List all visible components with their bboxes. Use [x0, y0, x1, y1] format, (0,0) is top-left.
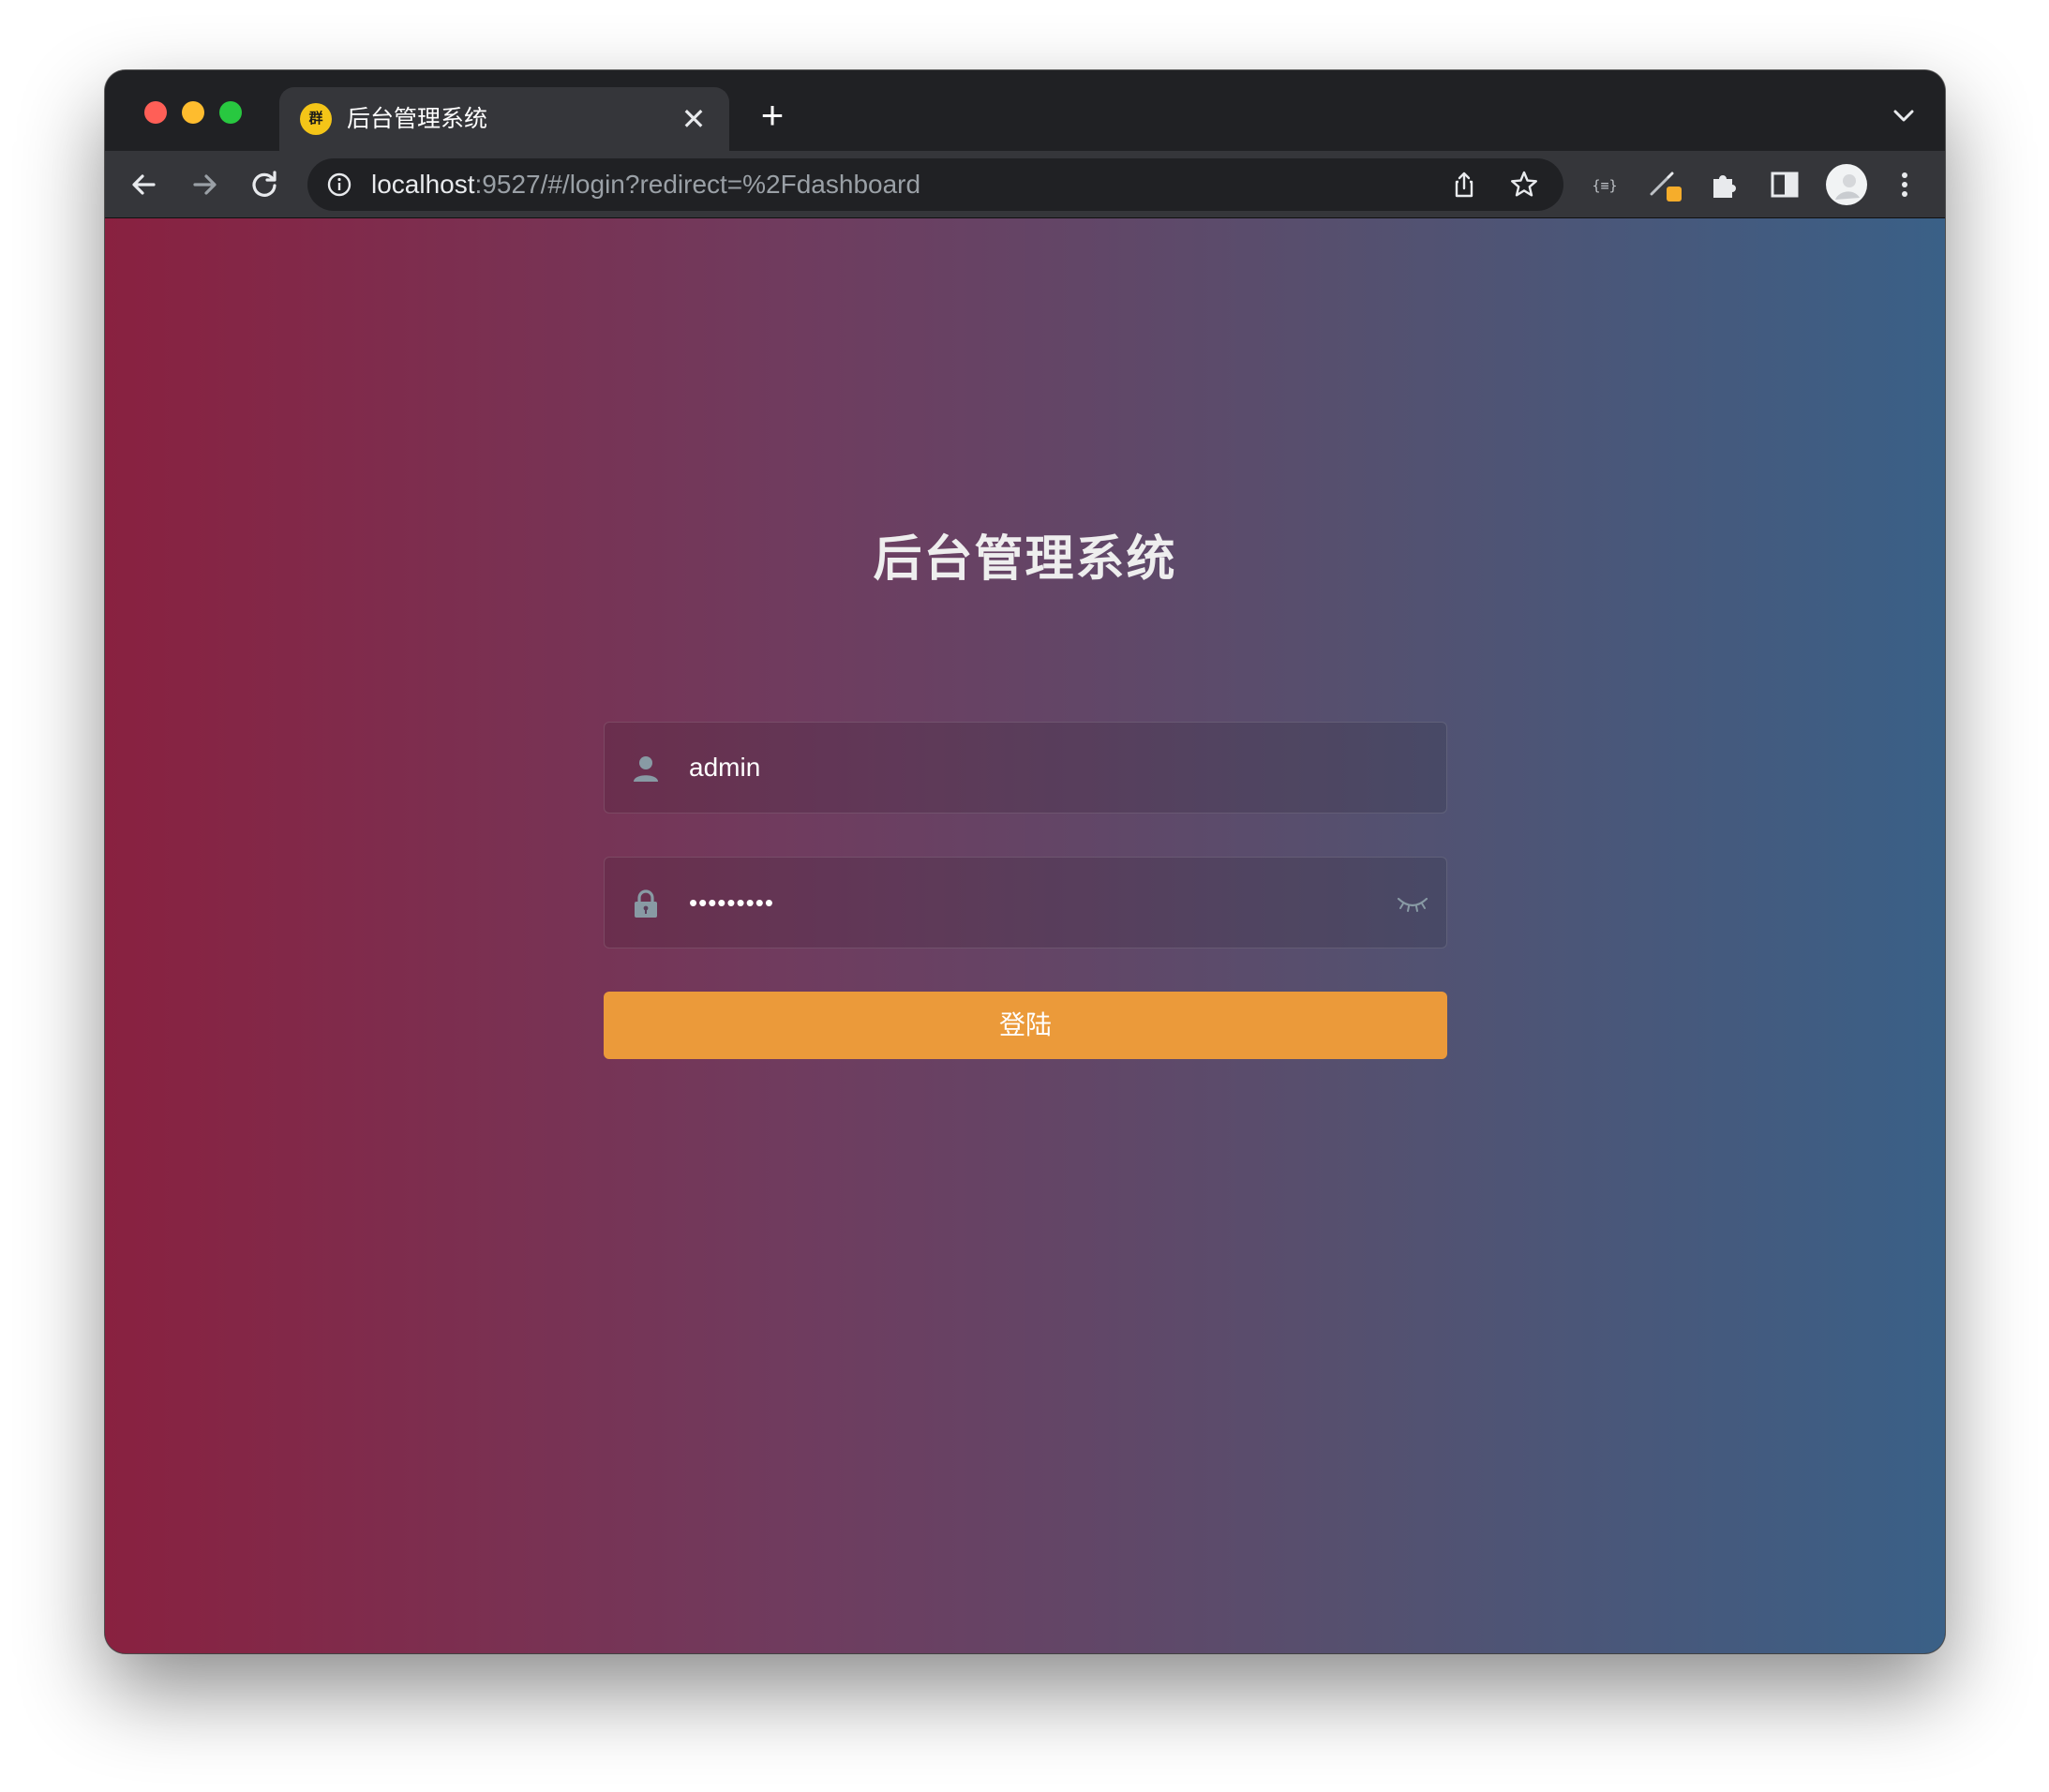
minimize-window-button[interactable]	[182, 101, 204, 124]
maximize-window-button[interactable]	[219, 101, 242, 124]
share-icon[interactable]	[1449, 170, 1479, 200]
tab-favicon-icon: 群	[300, 103, 332, 135]
side-panel-icon[interactable]	[1766, 166, 1803, 203]
new-tab-button[interactable]: +	[752, 95, 793, 136]
tab-close-icon[interactable]: ✕	[677, 102, 710, 136]
extensions-puzzle-icon[interactable]	[1706, 166, 1743, 203]
browser-toolbar: localhost:9527/#/login?redirect=%2Fdashb…	[105, 151, 1945, 218]
lock-icon	[635, 889, 657, 918]
reload-icon[interactable]	[244, 164, 285, 205]
eye-closed-icon[interactable]	[1396, 889, 1429, 916]
forward-arrow-icon[interactable]	[184, 164, 225, 205]
svg-text:{≡}: {≡}	[1592, 177, 1617, 194]
url-host: localhost	[371, 170, 475, 199]
tab-title: 后台管理系统	[347, 106, 488, 132]
pen-extension-icon[interactable]	[1646, 166, 1683, 203]
tab-list-chevron-icon[interactable]	[1885, 97, 1922, 134]
password-field[interactable]: •••••••••	[604, 857, 1447, 948]
url-path: :9527/#/login?redirect=%2Fdashboard	[474, 170, 921, 199]
active-tab[interactable]: 群 后台管理系统 ✕	[279, 87, 729, 151]
page-title: 后台管理系统	[873, 532, 1177, 587]
address-bar[interactable]: localhost:9527/#/login?redirect=%2Fdashb…	[307, 158, 1563, 211]
login-button[interactable]: 登陆	[604, 992, 1447, 1059]
password-input[interactable]: •••••••••	[689, 858, 774, 948]
info-icon[interactable]	[326, 172, 352, 198]
close-window-button[interactable]	[144, 101, 167, 124]
tab-bar: 群 后台管理系统 ✕ +	[105, 70, 1945, 151]
username-input[interactable]: admin	[689, 723, 760, 813]
back-arrow-icon[interactable]	[124, 164, 165, 205]
profile-avatar-icon[interactable]	[1824, 162, 1869, 207]
username-field[interactable]: admin	[604, 722, 1447, 814]
star-icon[interactable]	[1509, 170, 1539, 200]
browser-window: 群 后台管理系统 ✕ + localhost:9527/#/login?redi…	[105, 70, 1945, 1653]
user-icon	[634, 756, 658, 782]
more-menu-icon[interactable]	[1886, 166, 1923, 203]
login-page: 后台管理系统 admin ••••••••• 登陆	[105, 218, 1945, 1653]
url-text: localhost:9527/#/login?redirect=%2Fdashb…	[371, 158, 920, 211]
json-formatter-icon[interactable]: {≡}	[1586, 166, 1623, 203]
